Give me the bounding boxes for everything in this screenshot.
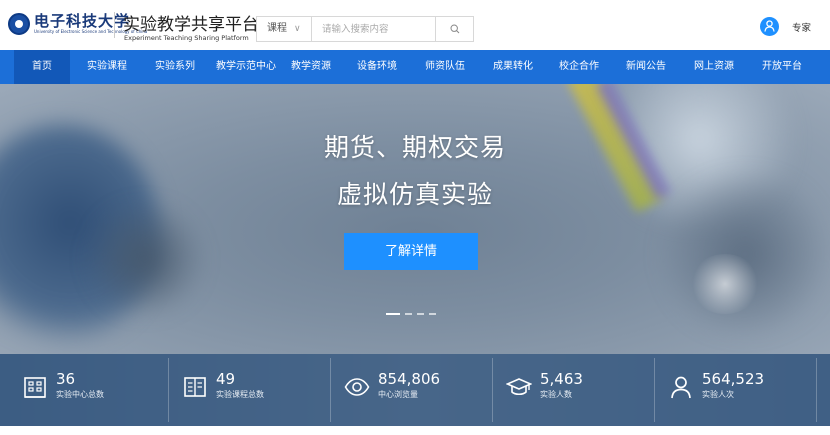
graduation-cap-icon xyxy=(506,378,532,396)
stat-value: 5,463 xyxy=(540,370,583,388)
carousel-dot[interactable] xyxy=(405,313,412,315)
stat-label: 实验课程总数 xyxy=(216,390,264,399)
stat-item: 36 实验中心总数 xyxy=(0,354,162,426)
nav-item-news[interactable]: 新闻公告 xyxy=(617,50,675,84)
university-emblem-icon[interactable] xyxy=(8,13,30,35)
user-icon xyxy=(764,20,775,32)
carousel-dot[interactable] xyxy=(417,313,424,315)
hero-title-line2: 虚拟仿真实验 xyxy=(336,180,493,209)
carousel-dot[interactable] xyxy=(386,313,400,315)
eye-icon xyxy=(344,378,370,396)
search-button[interactable] xyxy=(435,17,474,41)
stat-label: 中心浏览量 xyxy=(378,390,418,399)
nav-item-equipment[interactable]: 设备环境 xyxy=(348,50,406,84)
stat-divider xyxy=(816,358,817,422)
search-category-label: 课程 xyxy=(267,23,287,34)
search-input[interactable] xyxy=(313,17,433,41)
site-subtitle: Experiment Teaching Sharing Platform xyxy=(124,34,249,42)
book-icon xyxy=(184,377,206,397)
site-title[interactable]: 实验教学共享平台 xyxy=(123,10,259,35)
stat-item: 564,523 实验人次 xyxy=(646,354,808,426)
nav-item-resources[interactable]: 教学资源 xyxy=(284,50,338,84)
stat-label: 实验人次 xyxy=(702,390,734,399)
banner-decoration xyxy=(690,254,760,314)
stats-bar: 36 实验中心总数 49 实验课程总数 854,806 中心浏览量 5,463 … xyxy=(0,354,830,426)
user-avatar[interactable] xyxy=(760,17,779,36)
nav-item-industry[interactable]: 校企合作 xyxy=(550,50,608,84)
nav-item-achievements[interactable]: 成果转化 xyxy=(484,50,542,84)
nav-item-series[interactable]: 实验系列 xyxy=(146,50,204,84)
learn-more-button[interactable]: 了解详情 xyxy=(344,233,478,270)
search-bar: 课程 ∨ xyxy=(256,16,474,42)
main-nav: 首页 实验课程 实验系列 教学示范中心 教学资源 设备环境 师资队伍 成果转化 … xyxy=(0,50,830,84)
search-icon xyxy=(450,24,460,34)
site-header: 电子科技大学 University of Electronic Science … xyxy=(0,0,830,50)
stat-item: 854,806 中心浏览量 xyxy=(322,354,484,426)
stat-item: 49 实验课程总数 xyxy=(160,354,322,426)
search-category-select[interactable]: 课程 ∨ xyxy=(257,17,312,41)
stat-value: 854,806 xyxy=(378,370,441,388)
nav-item-faculty[interactable]: 师资队伍 xyxy=(416,50,474,84)
carousel-dot[interactable] xyxy=(429,313,436,315)
user-name[interactable]: 专家 xyxy=(792,20,811,34)
nav-item-courses[interactable]: 实验课程 xyxy=(76,50,138,84)
stat-item: 5,463 实验人数 xyxy=(484,354,646,426)
university-name[interactable]: 电子科技大学 xyxy=(34,10,130,31)
page-bottom-strip xyxy=(0,426,830,435)
chevron-down-icon: ∨ xyxy=(294,24,301,34)
hero-title-line1: 期货、期权交易 xyxy=(323,133,506,162)
hero-banner[interactable]: 期货、期权交易 虚拟仿真实验 了解详情 xyxy=(0,84,830,354)
stat-label: 实验中心总数 xyxy=(56,390,104,399)
stat-value: 49 xyxy=(216,370,236,388)
nav-item-online-resources[interactable]: 网上资源 xyxy=(684,50,744,84)
nav-item-home[interactable]: 首页 xyxy=(14,50,70,84)
logo-divider xyxy=(114,12,115,38)
stat-value: 564,523 xyxy=(702,370,765,388)
stat-label: 实验人数 xyxy=(540,390,572,399)
banner-decoration xyxy=(80,204,210,314)
user-icon xyxy=(671,376,691,399)
building-icon xyxy=(24,377,46,398)
nav-item-open-platform[interactable]: 开放平台 xyxy=(752,50,812,84)
nav-item-demo-center[interactable]: 教学示范中心 xyxy=(210,50,282,84)
stat-value: 36 xyxy=(56,370,76,388)
